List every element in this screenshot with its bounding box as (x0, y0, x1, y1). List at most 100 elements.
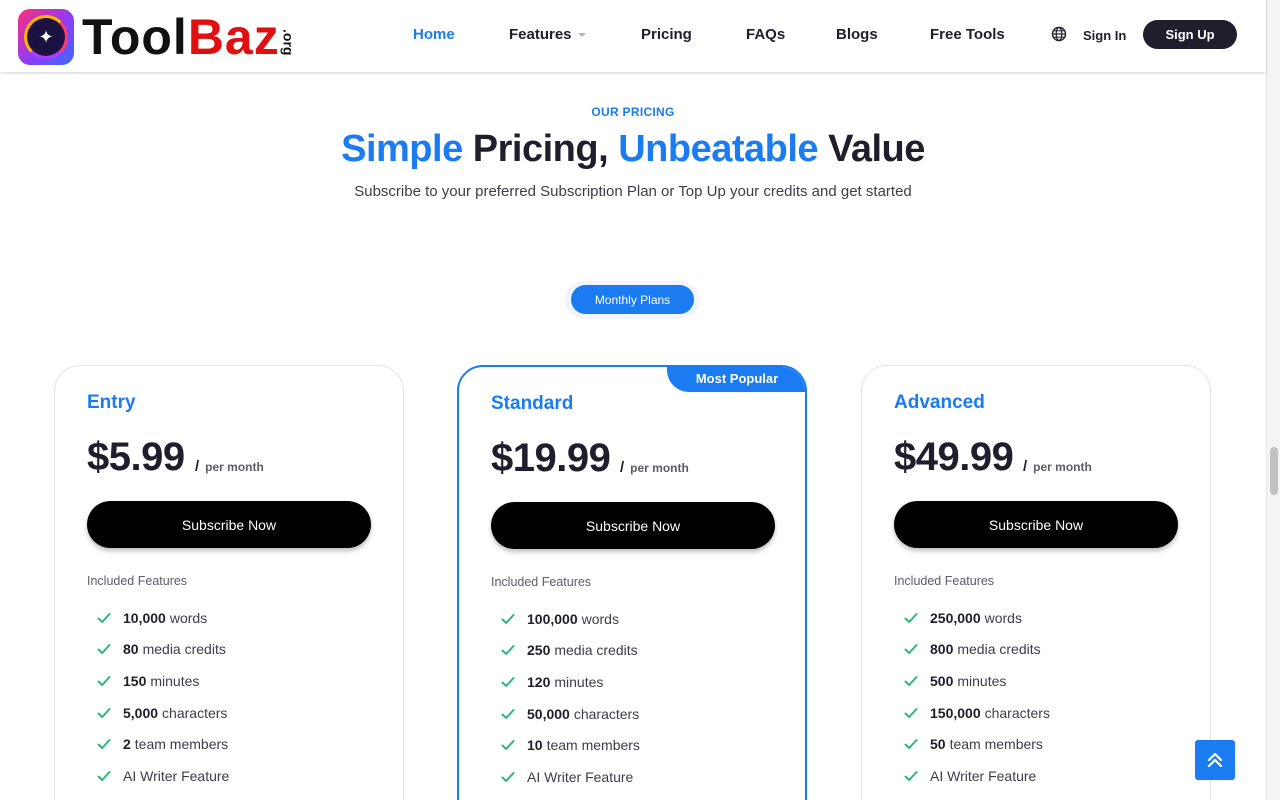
nav-features-label: Features (509, 26, 572, 43)
plan-period: / per month (1023, 458, 1092, 475)
billing-toggle: Monthly Plans (565, 281, 700, 319)
check-icon (97, 675, 111, 686)
feature-text: AI Writer Feature (123, 767, 230, 784)
period-separator: / (195, 458, 200, 475)
feature-amount: 150 (123, 672, 147, 689)
feature-item: 5,000 characters (97, 697, 278, 729)
check-icon (904, 770, 918, 781)
nav-pricing[interactable]: Pricing (641, 26, 692, 43)
feature-amount: 150,000 (930, 704, 981, 721)
feature-item: 250,000 words (904, 602, 1085, 634)
included-features-label: Included Features (894, 574, 995, 588)
nav-blogs[interactable]: Blogs (836, 26, 878, 43)
plan-period: / per month (195, 458, 264, 475)
feature-text: characters (573, 705, 640, 722)
plan-period-text: per month (205, 460, 264, 474)
plan-name: Standard (491, 393, 574, 414)
feature-text: team members (134, 736, 229, 753)
plan-price: $5.99 (87, 435, 185, 479)
feature-amount: 800 (930, 641, 954, 658)
check-icon (904, 707, 918, 718)
section-eyebrow: OUR PRICING (591, 105, 675, 119)
brand-logo[interactable]: ✦ ToolBaz .org (18, 9, 297, 65)
feature-text: AI Writer Feature (527, 768, 634, 785)
feature-text: media credits (957, 641, 1041, 658)
feature-item: 2 team members (97, 728, 278, 760)
period-separator: / (620, 459, 625, 476)
feature-amount: 10 (527, 737, 543, 754)
check-icon (501, 613, 515, 624)
feature-item: 80 media credits (97, 634, 278, 666)
sign-in-link[interactable]: Sign In (1083, 28, 1126, 43)
feature-amount: 50,000 (527, 705, 570, 722)
feature-text: AI Writer Feature (930, 767, 1037, 784)
feature-amount: 2 (123, 736, 131, 753)
plan-price: $19.99 (491, 436, 611, 480)
sign-up-button[interactable]: Sign Up (1143, 20, 1237, 49)
pricing-card-entry: Entry $5.99 / per month Subscribe Now Inc… (54, 365, 404, 800)
feature-item: 150,000 characters (904, 697, 1085, 729)
scrollbar-thumb[interactable] (1270, 447, 1278, 495)
feature-item: 10 team members (501, 729, 682, 761)
title-part-4: Value (818, 128, 925, 170)
feature-text: minutes (150, 672, 200, 689)
title-part-2: Pricing, (462, 128, 619, 170)
check-icon (501, 708, 515, 719)
nav-free-tools[interactable]: Free Tools (930, 26, 1005, 43)
feature-item: 10,000 words (97, 602, 278, 634)
plan-price: $49.99 (894, 435, 1014, 479)
plan-name: Entry (87, 392, 136, 413)
monthly-plans-tab[interactable]: Monthly Plans (571, 285, 694, 314)
page-subtitle: Subscribe to your preferred Subscription… (354, 183, 912, 200)
pricing-card-standard: Most Popular Standard $19.99 /per month … (457, 365, 807, 800)
feature-text: minutes (957, 672, 1007, 689)
page-title: Simple Pricing, Unbeatable Value (0, 126, 1266, 172)
plan-name: Advanced (894, 392, 985, 413)
feature-item: 120 minutes (501, 666, 682, 698)
plan-period-text: per month (630, 461, 689, 475)
chevron-double-up-icon (1207, 752, 1223, 768)
feature-text: characters (162, 704, 228, 721)
title-part-3: Unbeatable (618, 128, 819, 170)
feature-text: words (169, 609, 208, 626)
feature-list: 250,000 words 800 media credits 500 minutes 15… (904, 602, 1085, 800)
subscribe-now-button[interactable]: Subscribe Now (491, 502, 775, 549)
feature-text: words (984, 609, 1022, 626)
back-to-top-button[interactable] (1195, 740, 1235, 780)
brand-name-part1: Tool (82, 9, 188, 65)
subscribe-now-button[interactable]: Subscribe Now (87, 501, 371, 548)
check-icon (97, 612, 111, 623)
brand-tld: .org (280, 29, 297, 56)
feature-amount: 80 (123, 641, 139, 658)
most-popular-badge: Most Popular (667, 367, 805, 392)
feature-amount: 100,000 (527, 610, 578, 627)
feature-item: 50,000 characters (501, 698, 682, 730)
feature-list: 10,000 words 80 media credits 150 minutes 5,00… (97, 602, 278, 800)
check-icon (501, 676, 515, 687)
chevron-down-icon (577, 33, 586, 38)
feature-amount: 10,000 (123, 609, 166, 626)
period-separator: / (1023, 458, 1028, 475)
subscribe-now-button[interactable]: Subscribe Now (894, 501, 1178, 548)
pricing-card-advanced: Advanced $49.99 / per month Subscribe Now… (861, 365, 1211, 800)
nav-features[interactable]: Features (509, 26, 586, 43)
included-features-label: Included Features (491, 575, 592, 589)
check-icon (501, 771, 515, 782)
feature-item: AI Writer Feature (97, 760, 278, 792)
feature-amount: 250 (527, 642, 551, 659)
brand-name-part2: Baz (187, 9, 280, 65)
feature-item: 250 media credits (501, 635, 682, 667)
page-scrollbar[interactable] (1266, 0, 1280, 800)
check-icon (501, 645, 515, 656)
feature-amount: 500 (930, 672, 954, 689)
nav-home[interactable]: Home (413, 26, 455, 43)
feature-amount: 250,000 (930, 609, 981, 626)
nav-faqs[interactable]: FAQs (746, 26, 785, 43)
check-icon (97, 644, 111, 655)
feature-text: media credits (142, 641, 226, 658)
feature-text: minutes (554, 673, 604, 690)
title-part-1: Simple (341, 128, 463, 170)
feature-text: media credits (554, 642, 638, 659)
globe-icon[interactable] (1051, 26, 1067, 42)
feature-amount: 120 (527, 673, 551, 690)
